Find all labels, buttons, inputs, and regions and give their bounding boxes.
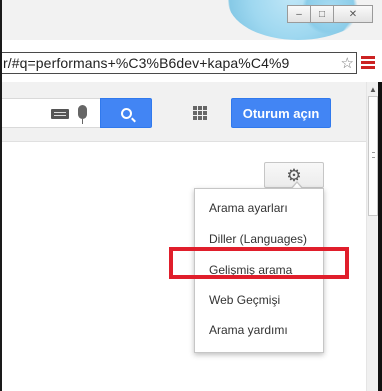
window-border-right xyxy=(378,82,382,391)
bookmark-star-icon[interactable]: ☆ xyxy=(338,54,354,72)
menu-item-web-history[interactable]: Web Geçmişi xyxy=(209,293,280,307)
signin-button[interactable]: Oturum açın xyxy=(231,98,331,128)
scroll-thumb[interactable] xyxy=(368,96,378,216)
scroll-grip-icon xyxy=(372,152,375,158)
vertical-scrollbar[interactable]: ▲ xyxy=(366,82,378,391)
menu-item-search-help[interactable]: Arama yardımı xyxy=(209,323,288,337)
search-button[interactable] xyxy=(100,98,152,128)
menu-item-languages[interactable]: Diller (Languages) xyxy=(209,232,307,246)
title-bar: – □ ✕ xyxy=(0,0,382,40)
hamburger-menu-icon[interactable] xyxy=(361,56,375,70)
search-icon xyxy=(120,107,132,119)
search-input[interactable] xyxy=(0,98,100,128)
window-controls: – □ ✕ xyxy=(287,5,373,23)
mic-icon[interactable] xyxy=(78,105,87,124)
keyboard-icon[interactable] xyxy=(51,109,69,119)
address-bar[interactable]: r/#q=performans+%C3%B6dev+kapa%C4%9 ☆ xyxy=(0,52,357,74)
maximize-button[interactable]: □ xyxy=(310,5,334,23)
browser-window: – □ ✕ r/#q=performans+%C3%B6dev+kapa%C4%… xyxy=(0,0,382,391)
menu-item-search-settings[interactable]: Arama ayarları xyxy=(209,201,288,215)
url-text[interactable]: r/#q=performans+%C3%B6dev+kapa%C4%9 xyxy=(3,55,289,71)
window-border-left xyxy=(0,0,2,391)
apps-grid-icon[interactable] xyxy=(193,106,207,120)
advanced-search-highlight xyxy=(169,247,349,279)
search-header: Oturum açın xyxy=(0,82,366,142)
page-content: Oturum açın ▲ ⚙ Arama ayarları Diller (L… xyxy=(0,82,378,391)
scroll-up-arrow-icon[interactable]: ▲ xyxy=(369,85,377,94)
minimize-button[interactable]: – xyxy=(287,5,311,23)
close-button[interactable]: ✕ xyxy=(333,5,373,23)
